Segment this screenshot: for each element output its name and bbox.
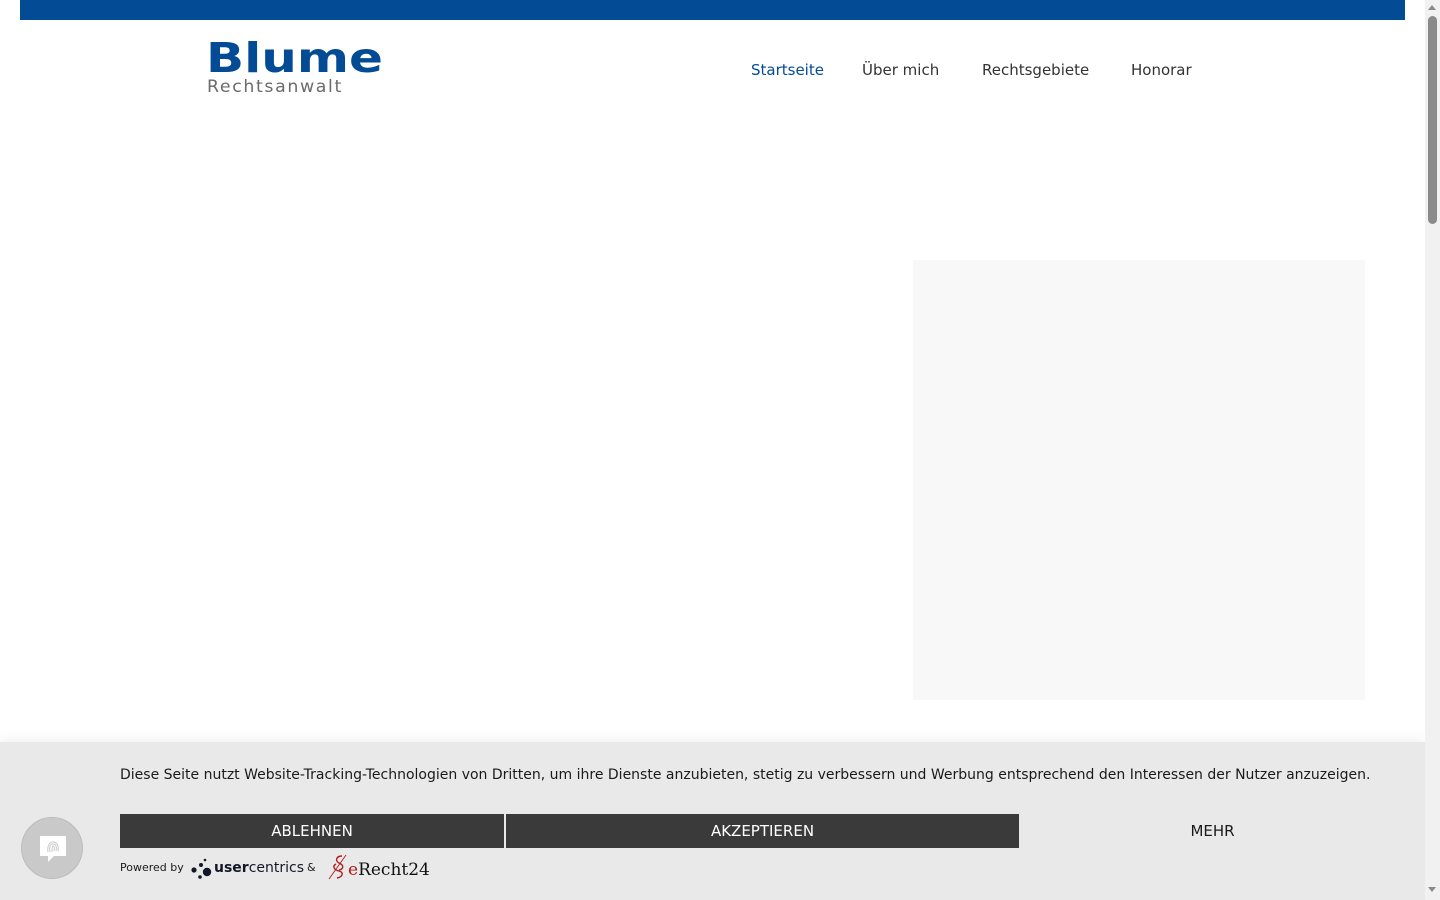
cookie-consent-banner: Diese Seite nutzt Website-Tracking-Techn… <box>0 742 1425 900</box>
decline-button[interactable]: ABLEHNEN <box>120 814 504 848</box>
page-viewport: Blume Rechtsanwalt Startseite Über mich … <box>0 0 1425 900</box>
site-logo[interactable]: Blume Rechtsanwalt <box>206 34 383 98</box>
nav-item-startseite[interactable]: Startseite <box>751 60 824 80</box>
erecht24-wordmark-rest: Recht24 <box>358 860 430 880</box>
usercentrics-wordmark: usercentrics <box>214 860 304 876</box>
top-accent-bar <box>20 0 1405 20</box>
usercentrics-wordmark-rest: centrics <box>248 860 305 876</box>
nav-item-honorar[interactable]: Honorar <box>1131 60 1192 80</box>
usercentrics-dots-icon <box>191 858 212 879</box>
erecht24-wordmark: eRecht24 <box>348 860 430 880</box>
vertical-scrollbar[interactable] <box>1425 0 1440 900</box>
fingerprint-icon <box>40 836 66 862</box>
usercentrics-logo[interactable]: usercentrics <box>190 856 304 882</box>
powered-by-label: Powered by <box>120 861 184 874</box>
erecht24-wordmark-e: e <box>348 860 359 880</box>
usercentrics-wordmark-bold: user <box>214 860 249 876</box>
erecht24-logo[interactable]: eRecht24 <box>326 854 430 884</box>
more-button[interactable]: MEHR <box>1020 814 1405 848</box>
scroll-down-arrow-icon[interactable] <box>1428 887 1436 892</box>
ampersand: & <box>307 861 316 874</box>
logo-title: Blume <box>206 34 383 82</box>
accept-button[interactable]: AKZEPTIEREN <box>506 814 1019 848</box>
consent-message: Diese Seite nutzt Website-Tracking-Techn… <box>120 767 1371 783</box>
privacy-settings-button[interactable] <box>21 817 83 879</box>
hero-image-placeholder <box>913 260 1365 700</box>
scrollbar-thumb[interactable] <box>1428 16 1437 224</box>
logo-subtitle: Rechtsanwalt <box>207 77 343 97</box>
nav-item-rechtsgebiete[interactable]: Rechtsgebiete <box>982 60 1089 80</box>
nav-item-ueber-mich[interactable]: Über mich <box>862 60 939 80</box>
scroll-up-arrow-icon[interactable] <box>1428 5 1436 10</box>
